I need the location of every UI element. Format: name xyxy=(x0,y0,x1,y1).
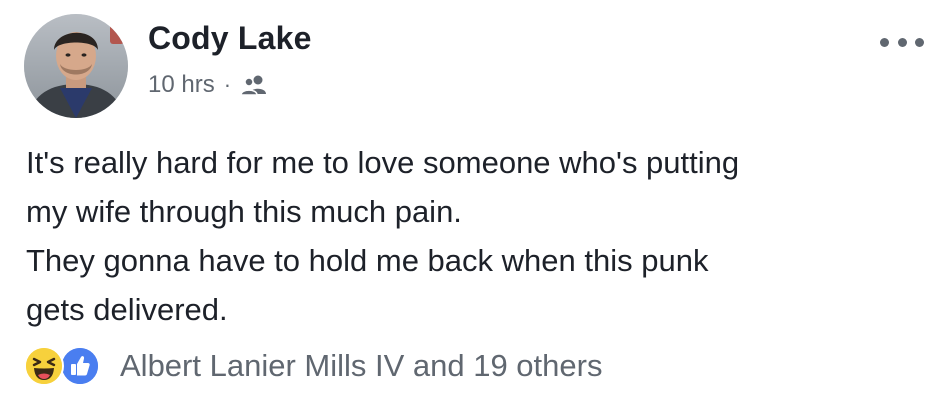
post-paragraph: It's really hard for me to love someone … xyxy=(26,145,740,229)
meta-separator: · xyxy=(223,72,232,97)
more-dot xyxy=(897,37,907,47)
post-timestamp[interactable]: 10 hrs xyxy=(148,71,215,99)
reaction-icons xyxy=(24,344,108,388)
reactions-summary[interactable]: Albert Lanier Mills IV and 19 others xyxy=(24,344,602,388)
author-avatar[interactable] xyxy=(24,14,128,118)
post-text: It's really hard for me to love someone … xyxy=(26,138,926,334)
more-options-icon[interactable] xyxy=(880,30,924,54)
reaction-summary-text[interactable]: Albert Lanier Mills IV and 19 others xyxy=(120,348,602,384)
post-card: Cody Lake 10 hrs · It's really hard for … xyxy=(0,0,944,400)
more-dot xyxy=(880,37,889,47)
author-name[interactable]: Cody Lake xyxy=(148,20,312,57)
profile-photo-icon xyxy=(24,14,128,118)
post-paragraph: They gonna have to hold me back when thi… xyxy=(26,243,709,327)
more-dot xyxy=(915,37,924,47)
friends-icon[interactable] xyxy=(240,73,268,97)
post-meta: 10 hrs · xyxy=(148,70,268,100)
haha-icon xyxy=(24,346,64,386)
like-icon xyxy=(60,346,100,386)
